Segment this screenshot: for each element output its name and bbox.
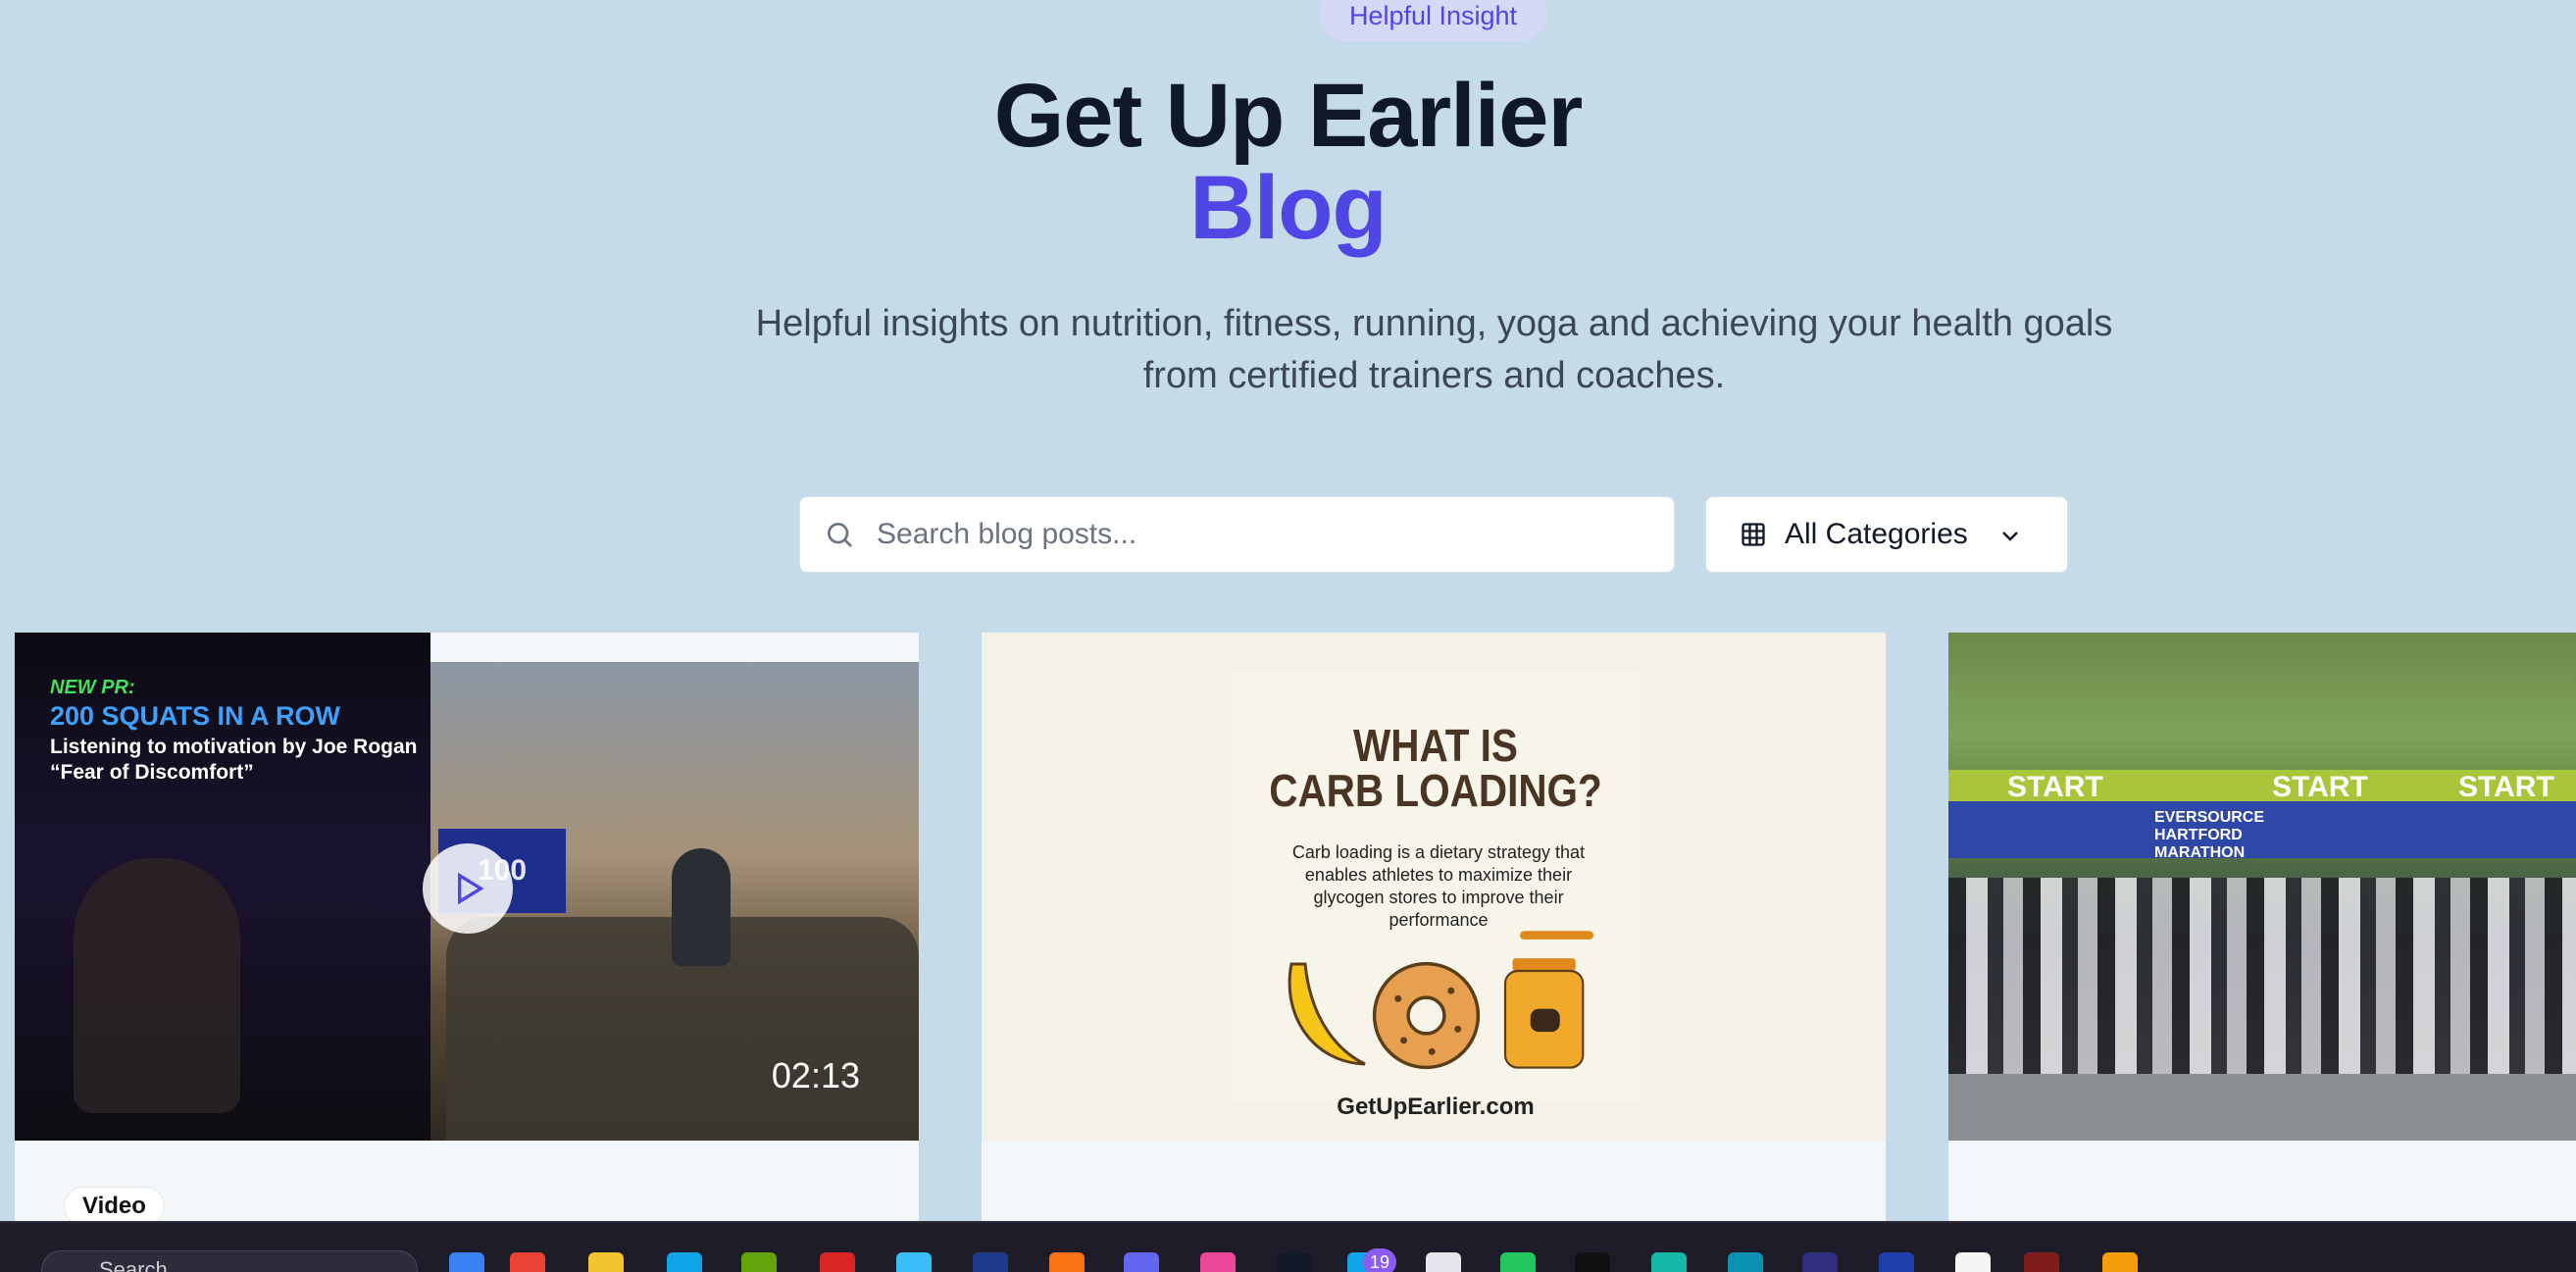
folder-icon[interactable] <box>588 1252 624 1272</box>
blog-card-marathon[interactable]: START START START EVERSOURCE HARTFORD MA… <box>1948 633 2576 1221</box>
spotify-icon[interactable] <box>1500 1252 1536 1272</box>
blog-card-video[interactable]: NEW PR: 200 SQUATS IN A ROW Listening to… <box>15 633 919 1221</box>
app-icon[interactable] <box>1651 1252 1687 1272</box>
honey-jar-icon <box>1503 931 1593 1069</box>
github-icon[interactable] <box>1426 1252 1461 1272</box>
badge-label: Helpful Insight <box>1348 1 1518 30</box>
page-subtitle: Helpful insights on nutrition, fitness, … <box>755 303 2113 396</box>
chrome-icon[interactable] <box>510 1252 545 1272</box>
carb-thumbnail[interactable]: WHAT IS CARB LOADING? Carb loading is a … <box>982 633 1886 1141</box>
app-icon[interactable] <box>1277 1252 1312 1272</box>
thumb-headline: 200 SQUATS IN A ROW <box>50 701 341 731</box>
play-button[interactable] <box>423 843 513 934</box>
app-icon[interactable] <box>1124 1252 1159 1272</box>
thumb-site: GetUpEarlier.com <box>1337 1094 1535 1120</box>
premiere-icon[interactable] <box>1802 1252 1838 1272</box>
banner-start-text-1: START <box>2007 771 2103 803</box>
taskbar-app-icon[interactable] <box>449 1252 484 1272</box>
blog-card-carb-loading[interactable]: WHAT IS CARB LOADING? Carb loading is a … <box>982 633 1886 1221</box>
taskbar-search-label: Search <box>99 1257 168 1272</box>
category-select[interactable]: All Categories <box>1705 496 2068 573</box>
banner-sponsor: EVERSOURCE HARTFORD MARATHON <box>2154 809 2265 861</box>
page-title-accent: Blog <box>1189 158 1387 258</box>
play-icon <box>458 872 484 905</box>
photoshop-icon[interactable] <box>1879 1252 1914 1272</box>
notepad-icon[interactable] <box>896 1252 932 1272</box>
banner-start-text-2: START <box>2272 771 2368 803</box>
video-duration: 02:13 <box>771 1055 860 1095</box>
search-icon <box>828 523 852 547</box>
cookie-icon <box>1372 961 1481 1070</box>
app-icon[interactable] <box>2102 1252 2138 1272</box>
edge-icon[interactable] <box>667 1252 702 1272</box>
app-icon[interactable] <box>820 1252 855 1272</box>
app-icon[interactable] <box>1200 1252 1236 1272</box>
banana-icon <box>1288 962 1366 1066</box>
helpful-insight-badge: Helpful Insight <box>1319 0 1547 41</box>
chevron-down-icon <box>2002 532 2018 541</box>
app-icon[interactable] <box>973 1252 1008 1272</box>
search-box[interactable] <box>799 496 1675 573</box>
post-type-chip: Video <box>64 1187 165 1221</box>
video-thumbnail[interactable]: NEW PR: 200 SQUATS IN A ROW Listening to… <box>15 633 919 1141</box>
category-select-value: All Categories <box>1785 518 1968 550</box>
thumb-description: Carb loading is a dietary strategy that … <box>1291 842 1586 930</box>
notification-badge: 19 <box>1363 1248 1396 1272</box>
thumb-tag: NEW PR: <box>50 677 135 698</box>
banner-start-text-3: START <box>2458 771 2554 803</box>
os-taskbar: Search 19 <box>0 1221 2576 1272</box>
grid-icon <box>1742 523 1765 546</box>
firefox-icon[interactable] <box>1049 1252 1085 1272</box>
thumb-title-line2: CARB LOADING? <box>1269 765 1602 816</box>
road <box>1948 1074 2576 1141</box>
runners-crowd <box>1948 878 2576 1074</box>
search-input[interactable] <box>877 518 1642 551</box>
marathon-thumbnail[interactable]: START START START EVERSOURCE HARTFORD MA… <box>1948 633 2576 1141</box>
epic-games-icon[interactable] <box>1575 1252 1610 1272</box>
thumb-caption: Listening to motivation by Joe Rogan “Fe… <box>50 736 418 784</box>
app-icon[interactable] <box>741 1252 777 1272</box>
app-icon[interactable] <box>1728 1252 1763 1272</box>
app-icon[interactable] <box>1955 1252 1991 1272</box>
page-title: Get Up Earlier <box>993 66 1584 166</box>
taskbar-search[interactable]: Search <box>41 1250 418 1272</box>
epic-games-icon[interactable] <box>2024 1252 2059 1272</box>
